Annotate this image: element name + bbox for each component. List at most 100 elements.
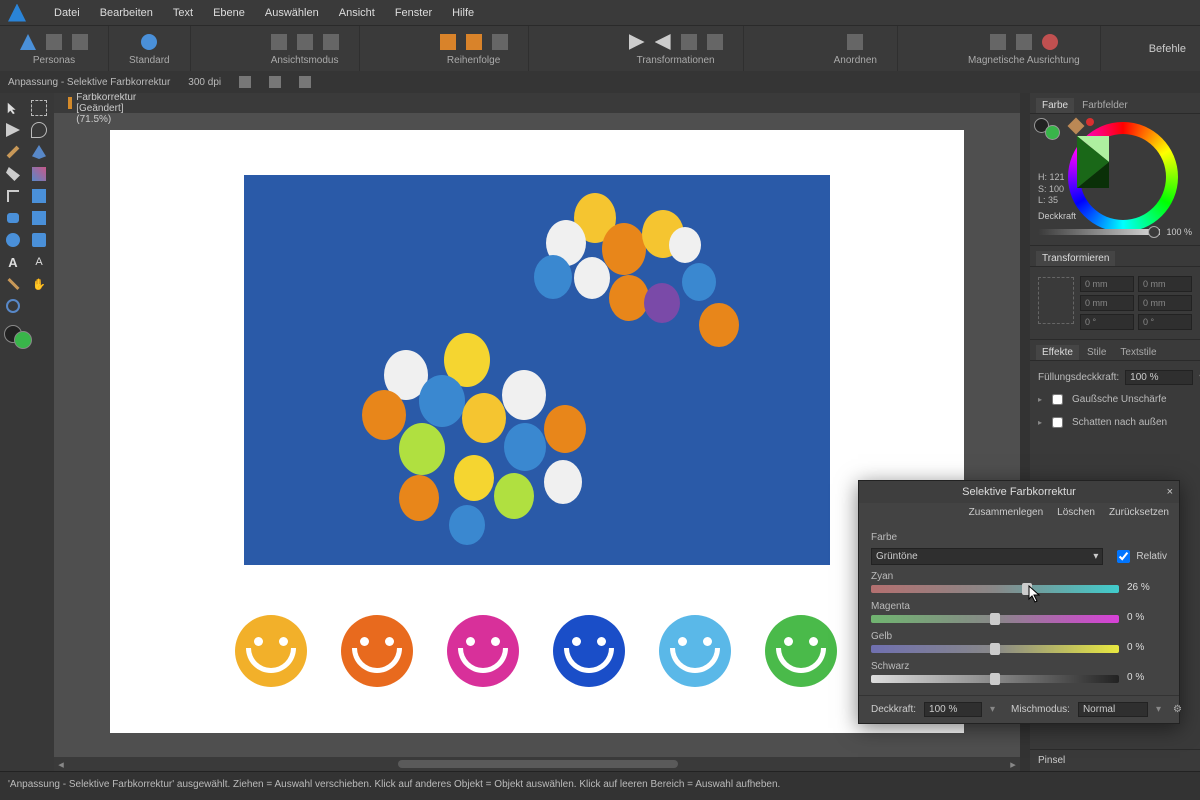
scrollbar-thumb[interactable] (398, 760, 678, 768)
close-icon[interactable]: × (1167, 486, 1173, 498)
shape-tool-icon[interactable] (0, 207, 26, 229)
flip-v-icon[interactable] (655, 34, 671, 50)
order-icon[interactable] (492, 34, 508, 50)
effect-checkbox[interactable] (1052, 394, 1063, 405)
menu-item[interactable]: Bearbeiten (100, 7, 153, 19)
zoom-tool-icon[interactable] (0, 295, 26, 317)
color-slider[interactable] (871, 585, 1119, 593)
frame-text-tool-icon[interactable]: A (26, 251, 52, 273)
eyedropper-tool-icon[interactable] (0, 273, 26, 295)
color-selector-icon[interactable] (1034, 118, 1060, 140)
color-slider[interactable] (871, 615, 1119, 623)
gradient-tool-icon[interactable] (26, 163, 52, 185)
brush-tool-icon[interactable] (0, 141, 26, 163)
blendmode-dropdown[interactable] (1078, 702, 1148, 717)
color-indicator[interactable] (4, 325, 34, 349)
effect-checkbox[interactable] (1052, 417, 1063, 428)
slider-handle[interactable] (1148, 226, 1160, 238)
transform-y-input[interactable] (1080, 295, 1134, 311)
lasso-tool-icon[interactable] (26, 119, 52, 141)
picture-tool-icon[interactable] (26, 185, 52, 207)
rotate-icon[interactable] (707, 34, 723, 50)
tab-transform[interactable]: Transformieren (1036, 251, 1115, 266)
snap-icon[interactable] (1016, 34, 1032, 50)
smiley-shape (447, 615, 519, 687)
scroll-right-icon[interactable]: ▸ (1006, 758, 1020, 771)
marquee-tool-icon[interactable] (26, 97, 52, 119)
dialog-titlebar[interactable]: Selektive Farbkorrektur × (859, 481, 1179, 503)
slider-handle[interactable] (990, 613, 1000, 625)
persona-develop-icon[interactable] (72, 34, 88, 50)
color-triangle[interactable] (1077, 136, 1109, 188)
dropdown-icon[interactable]: ▾ (1156, 704, 1161, 715)
snap-magnet-icon[interactable] (1042, 34, 1058, 50)
flip-h-icon[interactable] (629, 34, 645, 50)
color-slider[interactable] (871, 675, 1119, 683)
scroll-left-icon[interactable]: ◂ (54, 758, 68, 771)
horizontal-scrollbar[interactable]: ◂ ▸ (54, 757, 1020, 771)
brushes-panel-header[interactable]: Pinsel (1030, 749, 1200, 771)
transform-r-input[interactable] (1080, 314, 1134, 330)
expand-icon[interactable]: ▸ (1038, 395, 1042, 404)
rect-tool-icon[interactable] (26, 229, 52, 251)
order-icon[interactable] (440, 34, 456, 50)
tab-color[interactable]: Farbe (1036, 98, 1074, 113)
tab-styles[interactable]: Stile (1081, 345, 1112, 360)
tab-textstyles[interactable]: Textstile (1114, 345, 1162, 360)
context-icon[interactable] (269, 76, 281, 88)
arrange-icon[interactable] (847, 34, 863, 50)
standard-icon[interactable] (141, 34, 157, 50)
pen-tool-icon[interactable] (26, 141, 52, 163)
delete-button[interactable]: Löschen (1057, 507, 1095, 518)
gear-icon[interactable]: ⚙ (1173, 704, 1182, 715)
anchor-selector[interactable] (1038, 277, 1074, 324)
viewmode-icon[interactable] (297, 34, 313, 50)
menu-item[interactable]: Hilfe (452, 7, 474, 19)
menu-item[interactable]: Ebene (213, 7, 245, 19)
viewmode-icon[interactable] (323, 34, 339, 50)
expand-icon[interactable]: ▸ (1038, 418, 1042, 427)
transform-h-input[interactable] (1138, 295, 1192, 311)
merge-button[interactable]: Zusammenlegen (969, 507, 1043, 518)
fill-tool-icon[interactable] (0, 163, 26, 185)
color-dropdown[interactable]: Grüntöne▾ (871, 548, 1103, 565)
snap-icon[interactable] (990, 34, 1006, 50)
transform-s-input[interactable] (1138, 314, 1192, 330)
ellipse-tool-icon[interactable] (0, 229, 26, 251)
opacity-slider[interactable] (1038, 229, 1160, 235)
context-icon[interactable] (299, 76, 311, 88)
menu-item[interactable]: Fenster (395, 7, 432, 19)
order-icon[interactable] (466, 34, 482, 50)
move-tool-icon[interactable] (0, 97, 26, 119)
slider-handle[interactable] (990, 673, 1000, 685)
dropdown-icon[interactable]: ▾ (990, 704, 995, 715)
persona-photo-icon[interactable] (20, 34, 36, 50)
menu-item[interactable]: Ansicht (339, 7, 375, 19)
rotate-icon[interactable] (681, 34, 697, 50)
menu-item[interactable]: Auswählen (265, 7, 319, 19)
slider-handle[interactable] (990, 643, 1000, 655)
menu-item[interactable]: Datei (54, 7, 80, 19)
viewmode-icon[interactable] (271, 34, 287, 50)
hand-tool-icon[interactable]: ✋ (26, 273, 52, 295)
context-icon[interactable] (239, 76, 251, 88)
reset-button[interactable]: Zurücksetzen (1109, 507, 1169, 518)
transform-x-input[interactable] (1080, 276, 1134, 292)
crop-tool-icon[interactable] (0, 185, 26, 207)
fill-color-icon[interactable] (14, 331, 32, 349)
fill-opacity-input[interactable] (1125, 370, 1193, 385)
color-slider[interactable] (871, 645, 1119, 653)
transform-w-input[interactable] (1138, 276, 1192, 292)
eyedropper-icon[interactable] (1068, 118, 1085, 135)
commands-label[interactable]: Befehle (1135, 43, 1200, 55)
slider-handle[interactable] (1022, 583, 1032, 595)
text-tool-icon[interactable]: A (0, 251, 26, 273)
menu-item[interactable]: Text (173, 7, 193, 19)
opacity-input[interactable] (924, 702, 982, 717)
tab-swatches[interactable]: Farbfelder (1076, 98, 1134, 113)
shape-tool-icon[interactable] (26, 207, 52, 229)
tab-effects[interactable]: Effekte (1036, 345, 1079, 360)
relative-checkbox[interactable]: Relativ (1113, 547, 1167, 566)
node-tool-icon[interactable] (0, 119, 26, 141)
persona-liquify-icon[interactable] (46, 34, 62, 50)
